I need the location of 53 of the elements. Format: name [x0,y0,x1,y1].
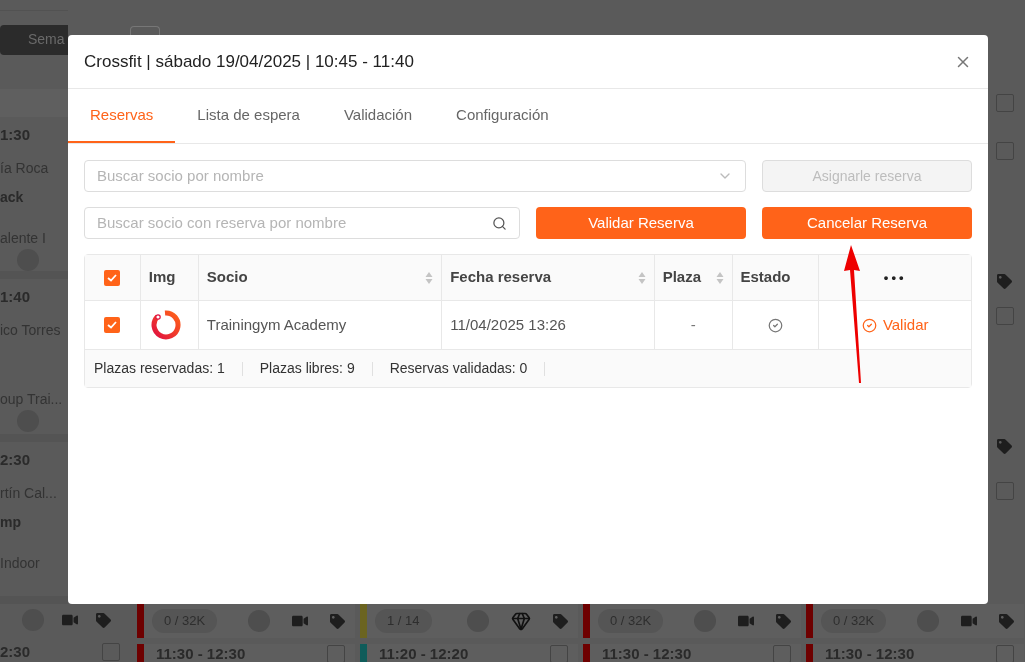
summary-text: Plazas libres: 9 [258,359,356,378]
tag-icon [776,613,791,629]
header-cell[interactable]: Socio [198,255,443,300]
tag-icon [96,612,111,628]
checkbox[interactable] [104,269,121,286]
header-cell[interactable]: ••• [819,255,971,300]
logo-icon [148,309,181,341]
checkbox[interactable] [327,645,345,662]
sort-icon[interactable] [715,270,724,285]
checkbox[interactable] [996,645,1014,662]
video-camera-icon [738,613,754,629]
checkmark-icon [107,273,118,282]
sort-icon[interactable] [425,270,434,285]
column-header: Plaza [662,267,702,288]
checkbox[interactable] [104,317,121,333]
validate-link[interactable]: Validar [861,313,929,337]
table-cell-text: Trainingym Academy [206,314,347,335]
tag-icon [553,613,568,629]
checkmark-icon [107,321,118,329]
table-cell-text: - [690,314,696,335]
search-icon[interactable] [492,215,507,231]
video-camera-icon [961,613,977,629]
modal-title: Crossfit | sábado 19/04/2025 | 10:45 - 11:40 [84,50,414,73]
header-cell[interactable]: Plaza [654,255,733,300]
summary-text: Plazas reservadas: 1 [93,359,226,378]
header-cell[interactable]: Fecha reserva [442,255,655,300]
table-cell-text: 11/04/2025 13:26 [450,314,566,335]
tab[interactable]: Configuración [434,89,571,143]
video-camera-icon [292,613,308,629]
tag-icon [999,613,1014,629]
header-cell[interactable]: Img [140,255,199,300]
diamond-icon [511,611,531,631]
checkbox[interactable] [550,645,568,662]
column-header: Socio [206,267,248,288]
tag-icon [997,274,1012,289]
column-header: Img [148,267,176,288]
video-camera-icon [62,612,78,628]
tab[interactable]: Lista de espera [175,89,322,143]
column-header: Fecha reserva [450,267,552,288]
checkbox[interactable] [773,645,791,662]
tag-icon [330,613,345,629]
sort-icon[interactable] [637,270,646,285]
column-header: Estado [740,267,791,288]
tab[interactable]: Reservas [68,89,176,143]
search-field[interactable]: Buscar socio con reserva por nombre [97,211,492,235]
search-box[interactable]: Buscar socio con reserva por nombre [84,207,520,239]
check-circle-icon [767,317,783,333]
header-cell[interactable]: Estado [732,255,820,300]
tag-icon [997,439,1012,454]
summary-text: Reservas validadas: 0 [388,359,529,378]
column-header: ••• [883,268,907,287]
check-circle-icon [861,317,877,333]
tab[interactable]: Validación [321,89,435,143]
